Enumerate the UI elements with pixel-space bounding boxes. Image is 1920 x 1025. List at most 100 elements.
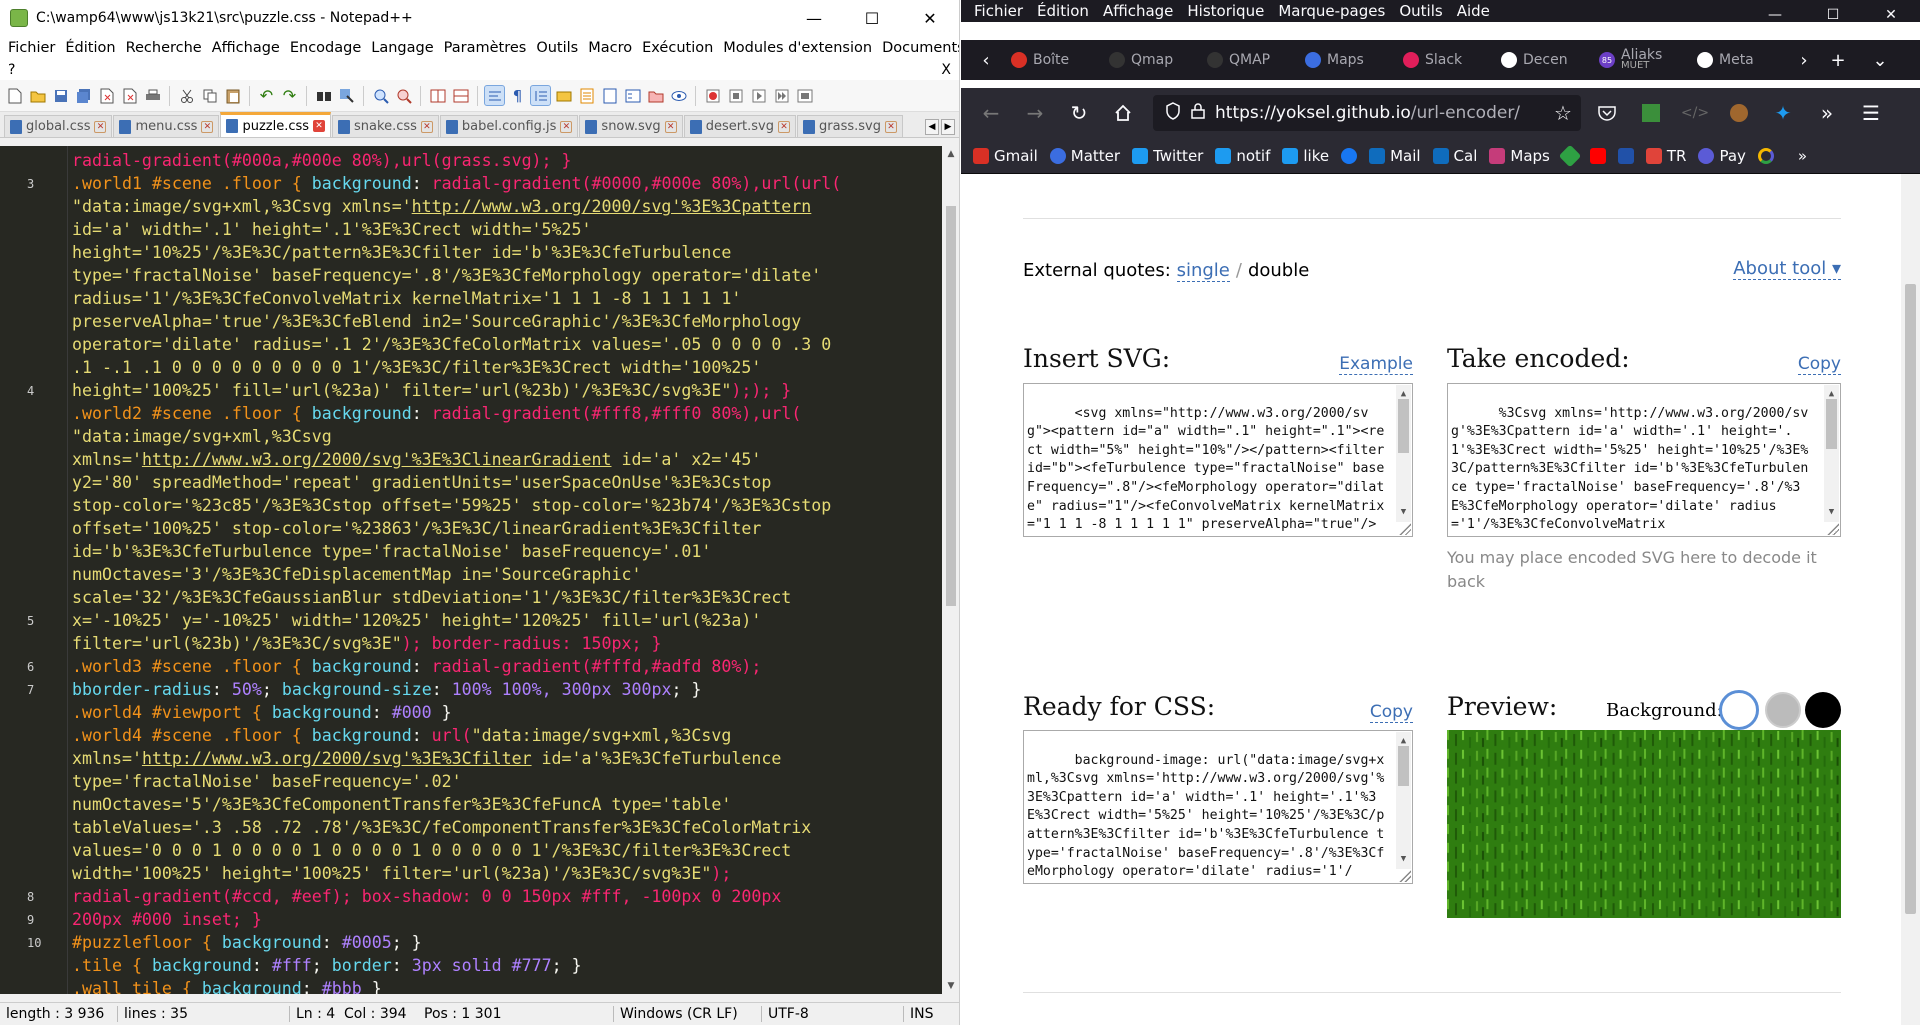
bookmark-notif[interactable]: notif <box>1215 147 1270 165</box>
bookmark-mail[interactable]: Mail <box>1369 147 1421 165</box>
example-link[interactable]: Example <box>1339 354 1413 375</box>
tab-babel-config[interactable]: babel.config.js ✕ <box>439 115 579 137</box>
bookmark-ring[interactable] <box>1757 147 1774 164</box>
tab-desert-svg[interactable]: desert.svg ✕ <box>683 115 797 137</box>
open-file-icon[interactable] <box>27 85 48 106</box>
scroll-down-icon[interactable]: ▼ <box>1824 503 1839 522</box>
close-tab-icon[interactable]: ✕ <box>94 120 107 133</box>
tab-snake-css[interactable]: snake.css ✕ <box>332 115 439 137</box>
hamburger-menu-icon[interactable]: ☰ <box>1851 95 1891 131</box>
scrollbar-thumb[interactable] <box>1905 284 1916 914</box>
close-tab-icon[interactable]: ✕ <box>313 120 326 132</box>
tabs-scroll-right-icon[interactable]: › <box>1789 50 1819 71</box>
play-macro-icon[interactable] <box>748 85 769 106</box>
scrollbar-thumb[interactable] <box>946 206 956 606</box>
ready-for-css-textarea[interactable]: background-image: url("data:image/svg+xm… <box>1023 730 1413 884</box>
close-tab-icon[interactable]: ✕ <box>664 120 677 133</box>
menu-encodage[interactable]: Encodage <box>288 40 369 56</box>
sync-vertical-icon[interactable] <box>427 85 448 106</box>
bookmark-gmail[interactable]: Gmail <box>973 147 1038 165</box>
extension-icon[interactable] <box>1631 95 1671 131</box>
menu-fichier[interactable]: Fichier <box>967 2 1030 20</box>
tab-grass-svg[interactable]: grass.svg ✕ <box>797 115 903 137</box>
menu-help[interactable]: ? <box>8 62 15 78</box>
url-bar[interactable]: https://yoksel.github.io/url-encoder/ <box>1153 95 1581 131</box>
zoom-in-icon[interactable] <box>370 85 391 106</box>
function-list-icon[interactable] <box>622 85 643 106</box>
close-tab-icon[interactable]: ✕ <box>201 120 214 133</box>
reload-icon[interactable]: ↻ <box>1059 95 1099 131</box>
menu-edition[interactable]: Édition <box>1030 2 1096 20</box>
textarea-scrollbar[interactable]: ▲ ▼ <box>1396 732 1411 869</box>
bookmark-maps[interactable]: Maps <box>1489 147 1550 165</box>
copy-encoded-button[interactable]: Copy <box>1797 354 1841 375</box>
sync-horizontal-icon[interactable] <box>450 85 471 106</box>
overflow-chevron-icon[interactable]: » <box>1807 95 1847 131</box>
close-icon[interactable]: ✕ <box>1862 0 1920 30</box>
tab-global-css[interactable]: global.css ✕ <box>4 115 113 137</box>
browser-tab[interactable]: Boîte <box>1005 45 1099 75</box>
browser-tab[interactable]: Qmap <box>1103 45 1197 75</box>
tab-puzzle-css[interactable]: puzzle.css ✕ <box>220 112 332 137</box>
tab-snow-svg[interactable]: snow.svg ✕ <box>579 115 683 137</box>
take-encoded-textarea[interactable]: %3Csvg xmlns='http://www.w3.org/2000/svg… <box>1447 383 1841 537</box>
editor-vertical-scrollbar[interactable]: ▲ ▼ <box>942 146 959 994</box>
menu-execution[interactable]: Exécution <box>640 40 721 56</box>
bookmark-star-icon[interactable]: ☆ <box>1543 95 1583 131</box>
browser-tab[interactable]: Meta <box>1691 45 1785 75</box>
bookmark-tv[interactable] <box>1617 147 1634 164</box>
textarea-scrollbar[interactable]: ▲ ▼ <box>1824 385 1839 522</box>
bookmark-cal[interactable]: Cal <box>1432 147 1477 165</box>
menu-langage[interactable]: Langage <box>369 40 441 56</box>
minimize-icon[interactable]: — <box>1746 0 1804 30</box>
maximize-icon[interactable]: ☐ <box>1804 0 1862 30</box>
menu-macro[interactable]: Macro <box>586 40 640 56</box>
browser-tab[interactable]: Decen <box>1495 45 1589 75</box>
redo-icon[interactable]: ↷ <box>279 85 300 106</box>
doc-map-icon[interactable] <box>576 85 597 106</box>
menu-fichier[interactable]: Fichier <box>6 40 63 56</box>
menu-aide[interactable]: Aide <box>1450 2 1497 20</box>
save-all-icon[interactable] <box>73 85 94 106</box>
scrollbar-thumb[interactable] <box>1398 746 1409 786</box>
minimize-icon[interactable]: — <box>785 0 843 36</box>
browser-tab[interactable]: 85 Aliaks MUET <box>1593 45 1687 75</box>
twitter-icon[interactable]: ✦ <box>1763 95 1803 131</box>
close-tab-icon[interactable]: ✕ <box>778 120 791 133</box>
save-macro-icon[interactable] <box>794 85 815 106</box>
bookmark-pay[interactable]: Pay <box>1698 147 1746 165</box>
devtools-icon[interactable]: </> <box>1675 95 1715 131</box>
folder-workspace-icon[interactable] <box>645 85 666 106</box>
cookie-icon[interactable] <box>1719 95 1759 131</box>
browser-tab[interactable]: QMAP <box>1201 45 1295 75</box>
close-file-icon[interactable] <box>96 85 117 106</box>
close-tab-icon[interactable]: ✕ <box>560 120 573 133</box>
forward-icon[interactable]: → <box>1015 95 1055 131</box>
quotes-single-option[interactable]: single <box>1176 260 1230 282</box>
tab-scroll-left-icon[interactable]: ◀ <box>925 119 939 135</box>
close-icon[interactable]: ✕ <box>901 0 959 36</box>
cut-icon[interactable] <box>176 85 197 106</box>
bookmark-tr[interactable]: TR <box>1645 147 1686 165</box>
maximize-icon[interactable]: ☐ <box>843 0 901 36</box>
udl-icon[interactable] <box>553 85 574 106</box>
menu-affichage[interactable]: Affichage <box>210 40 288 56</box>
shield-icon[interactable] <box>1165 101 1181 125</box>
word-wrap-icon[interactable] <box>484 85 505 106</box>
menu-documents[interactable]: Documents <box>880 40 959 56</box>
scroll-down-icon[interactable]: ▼ <box>942 978 959 994</box>
bookmark-like[interactable]: like <box>1282 147 1329 165</box>
bookmark-twitter[interactable]: Twitter <box>1132 147 1203 165</box>
bookmark-matter[interactable]: Matter <box>1049 147 1120 165</box>
menu-modules[interactable]: Modules d'extension <box>721 40 880 56</box>
back-icon[interactable]: ← <box>971 95 1011 131</box>
bookmark-feedly[interactable] <box>1558 144 1582 167</box>
insert-svg-textarea[interactable]: <svg xmlns="http://www.w3.org/2000/svg">… <box>1023 383 1413 537</box>
menu-affichage[interactable]: Affichage <box>1096 2 1180 20</box>
bg-gray-swatch[interactable] <box>1765 692 1801 728</box>
close-all-icon[interactable] <box>119 85 140 106</box>
paste-icon[interactable] <box>222 85 243 106</box>
tab-list-icon[interactable]: ⌄ <box>1865 50 1895 71</box>
stop-macro-icon[interactable] <box>725 85 746 106</box>
resize-grip-icon[interactable] <box>1826 522 1839 535</box>
